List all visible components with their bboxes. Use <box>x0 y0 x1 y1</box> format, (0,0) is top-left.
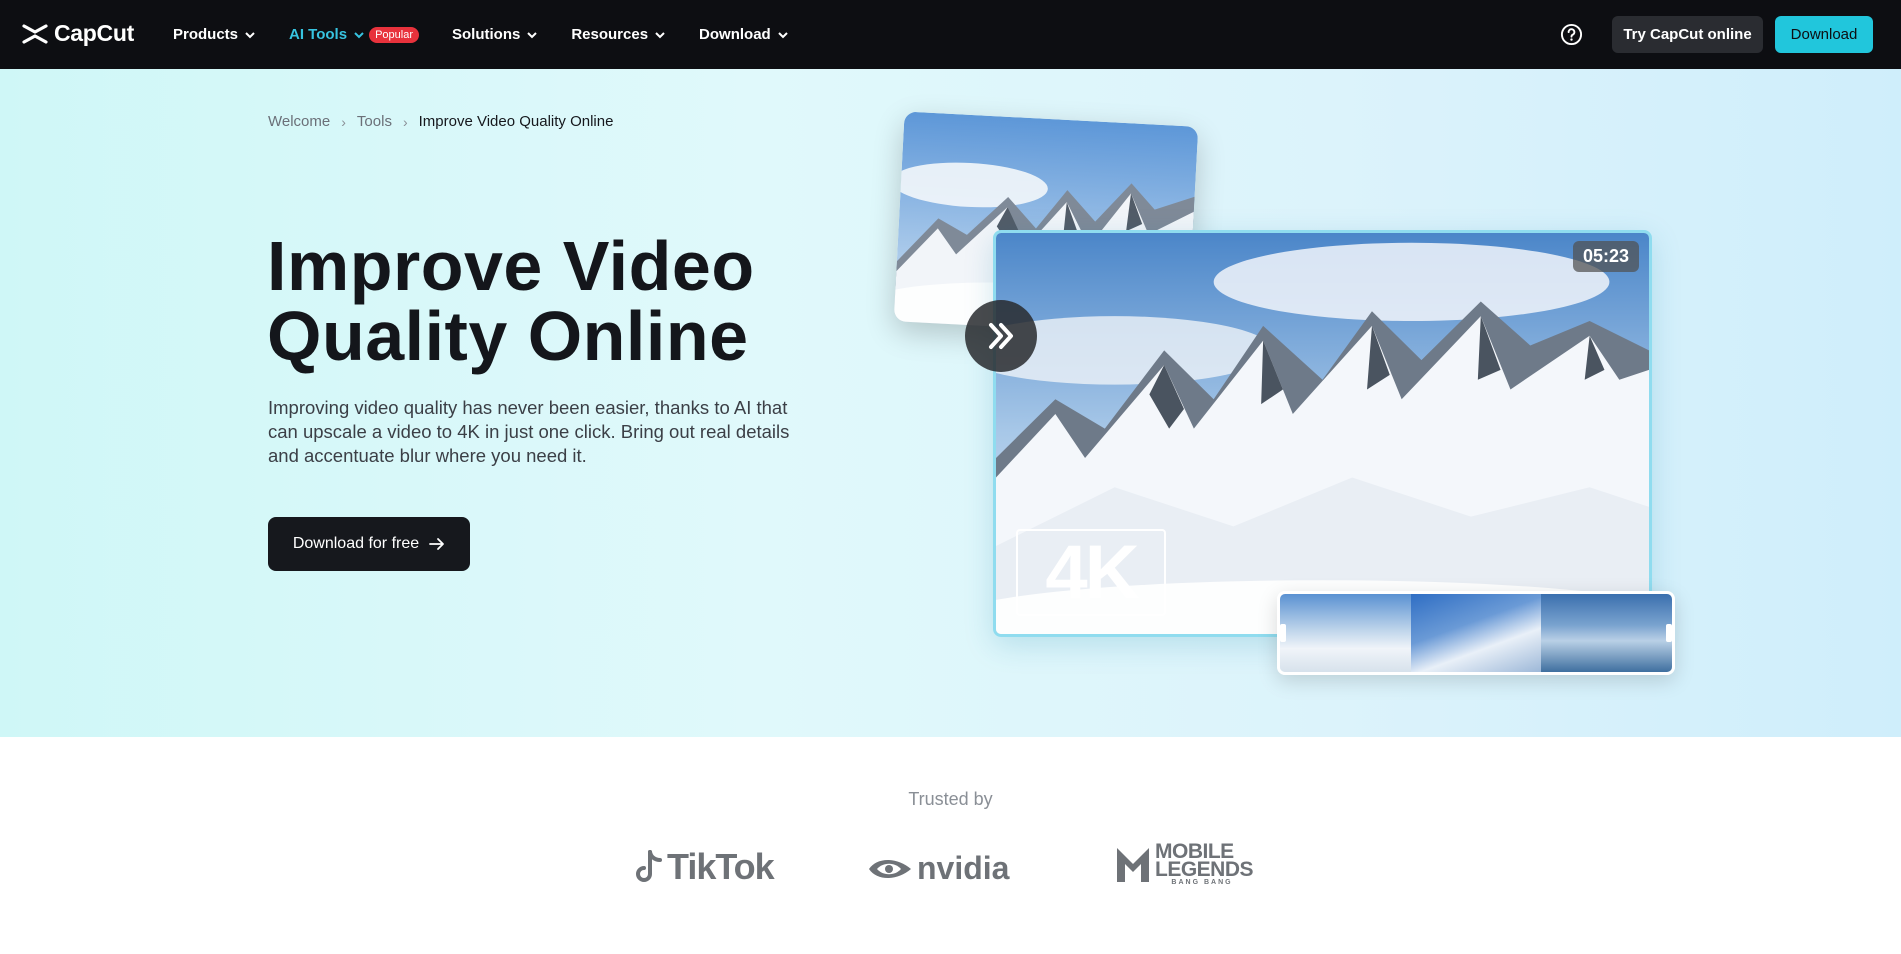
trusted-by-label: Trusted by <box>908 789 993 809</box>
menu-ai-tools-label: AI Tools <box>289 26 348 43</box>
resolution-4k-label: 4K <box>1016 529 1166 616</box>
question-circle-icon[interactable] <box>1560 23 1583 46</box>
menu-products-label: Products <box>173 26 239 43</box>
breadcrumb-tools[interactable]: Tools <box>357 113 392 130</box>
trim-handle-right[interactable] <box>1666 624 1672 642</box>
try-capcut-online-button[interactable]: Try CapCut online <box>1612 16 1763 53</box>
mobile-legends-logo: MOBILE LEGENDS BANG BANG <box>1113 839 1254 886</box>
video-timestamp: 05:23 <box>1572 241 1639 272</box>
chevron-down-icon <box>655 31 665 38</box>
chevron-down-icon <box>245 31 255 38</box>
chevron-down-icon <box>354 31 364 38</box>
enhanced-video-preview: 05:23 4K <box>993 230 1652 637</box>
mobile-legends-text: MOBILE LEGENDS <box>1155 839 1254 881</box>
timeline-filmstrip[interactable] <box>1277 591 1675 675</box>
nvidia-logo: NVIDIA <box>867 850 1009 887</box>
menu-solutions-label: Solutions <box>452 26 521 43</box>
chevron-right-icon: › <box>341 113 346 130</box>
trim-handle-left[interactable] <box>1280 624 1286 642</box>
menu-download[interactable]: Download <box>699 26 789 43</box>
menu-solutions[interactable]: Solutions <box>452 26 538 43</box>
chevron-right-icon: › <box>402 113 408 130</box>
menu-ai-tools[interactable]: AI Tools Popular <box>289 26 419 43</box>
main-menu: Products AI Tools Popular Solutions Reso… <box>173 0 822 69</box>
top-navbar: CapCut Products AI Tools Popular Solutio… <box>0 0 1901 69</box>
brand-logos: TikTok NVIDIA MOBILE LEGENDS BANG BANG <box>635 838 1255 890</box>
tiktok-note-icon <box>636 850 662 882</box>
double-chevron-right-icon <box>965 300 1037 372</box>
hero-description: Improving video quality has never been e… <box>268 397 790 466</box>
filmstrip-frame <box>1541 594 1672 672</box>
breadcrumb-current: Improve Video Quality Online <box>418 113 614 130</box>
menu-products[interactable]: Products <box>173 26 256 43</box>
capcut-logo-icon <box>22 23 48 44</box>
filmstrip-frame <box>1280 594 1411 672</box>
page-title: Improve Video Quality Online <box>267 231 827 371</box>
cta-label: Download for free <box>292 535 420 552</box>
chevron-down-icon <box>778 31 788 38</box>
download-for-free-button[interactable]: Download for free <box>268 517 470 571</box>
arrow-right-icon <box>429 538 445 550</box>
title-line-2: Quality Online <box>267 297 749 375</box>
menu-download-label: Download <box>699 26 771 43</box>
download-button[interactable]: Download <box>1775 16 1873 53</box>
capcut-logo[interactable]: CapCut <box>22 20 134 47</box>
hero-section: Welcome › Tools › Improve Video Quality … <box>0 69 1901 737</box>
logo-text: CapCut <box>54 20 134 46</box>
mobile-legends-m-icon <box>1117 848 1149 882</box>
popular-badge: Popular <box>369 26 419 43</box>
nvidia-eye-icon <box>869 859 911 878</box>
breadcrumb: Welcome › Tools › Improve Video Quality … <box>268 113 613 130</box>
menu-resources-label: Resources <box>571 26 649 43</box>
menu-resources[interactable]: Resources <box>571 26 666 43</box>
tiktok-logo: TikTok <box>635 846 775 888</box>
filmstrip-frame <box>1410 594 1542 672</box>
title-line-1: Improve Video <box>267 227 755 305</box>
chevron-down-icon <box>527 31 538 38</box>
breadcrumb-welcome[interactable]: Welcome <box>268 113 330 130</box>
